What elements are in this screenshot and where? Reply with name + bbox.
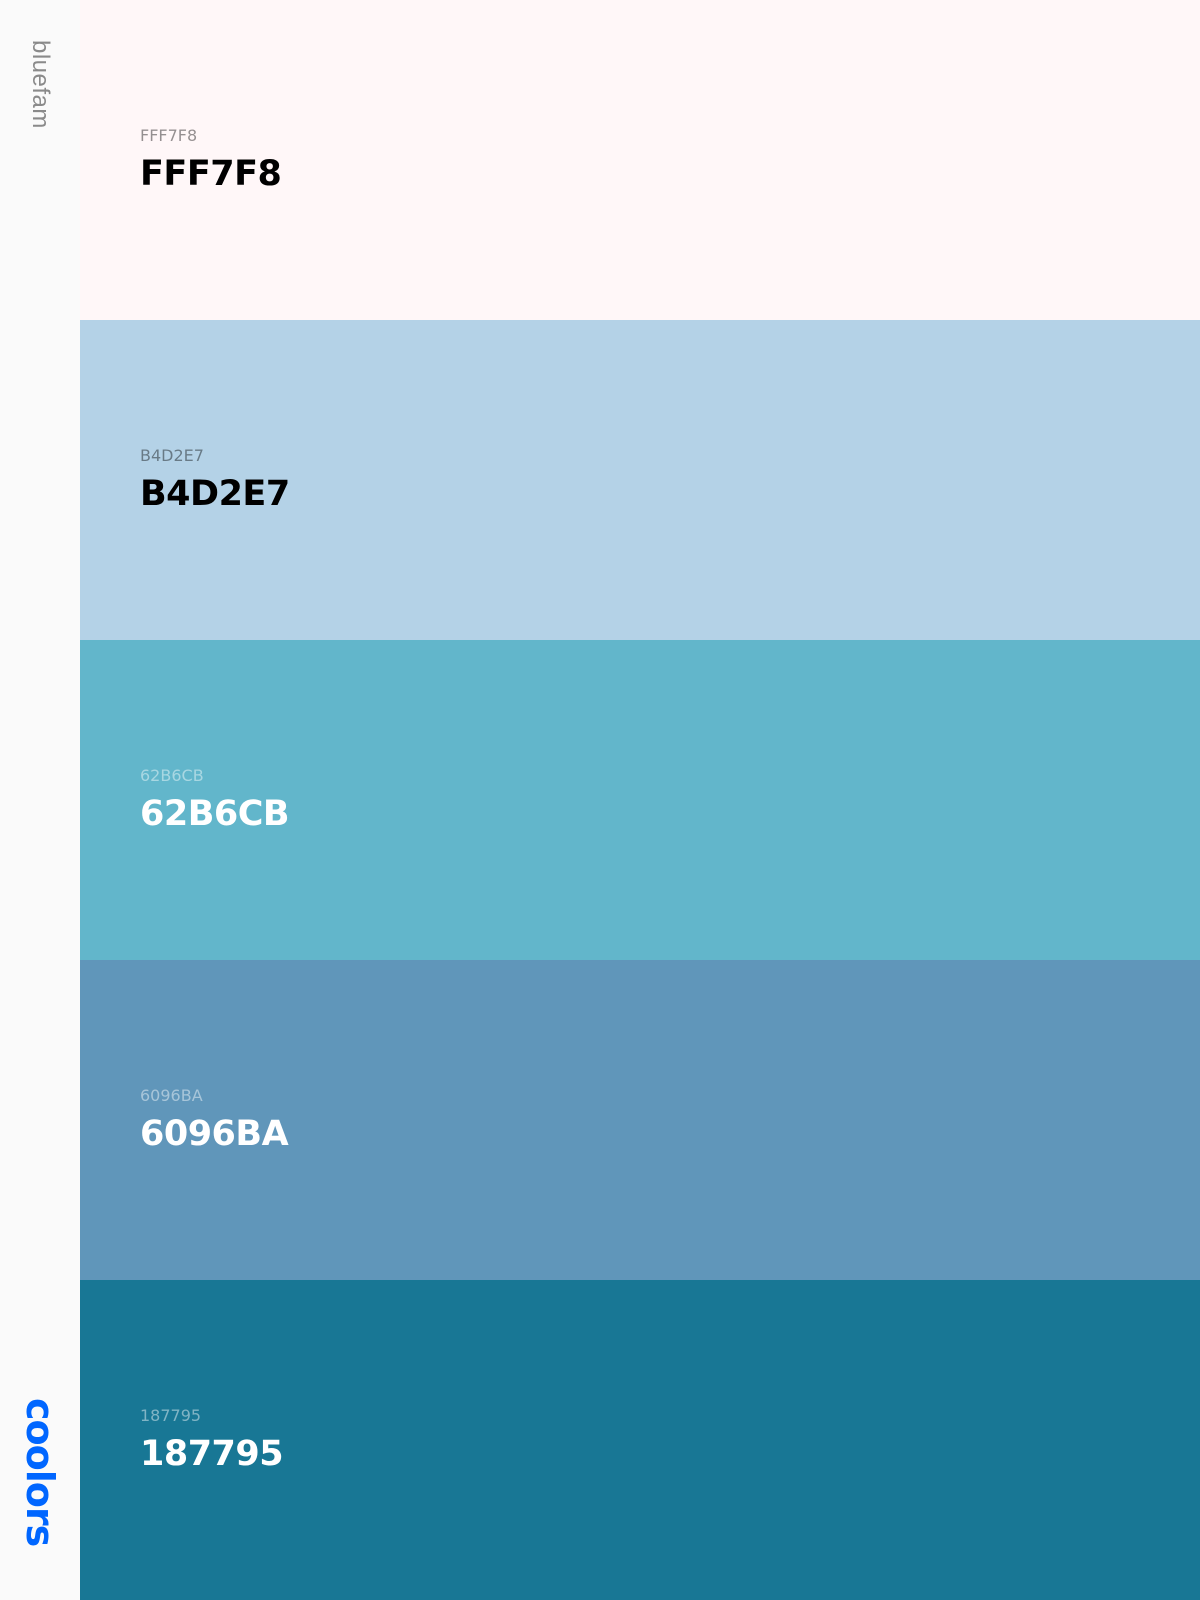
palette-name: bluefam (27, 40, 54, 129)
color-swatch[interactable]: B4D2E7 B4D2E7 (80, 320, 1200, 640)
color-swatch[interactable]: 62B6CB 62B6CB (80, 640, 1200, 960)
swatch-hex-code[interactable]: 187795 (140, 1434, 284, 1474)
swatch-hex-caption: B4D2E7 (140, 446, 204, 465)
swatch-hex-code[interactable]: B4D2E7 (140, 474, 290, 514)
swatch-hex-code[interactable]: FFF7F8 (140, 154, 282, 194)
swatch-hex-code[interactable]: 6096BA (140, 1114, 289, 1154)
swatch-hex-caption: 187795 (140, 1406, 202, 1425)
swatch-hex-code[interactable]: 62B6CB (140, 794, 290, 834)
sidebar: bluefam coolors (0, 0, 80, 1600)
color-swatch[interactable]: 187795 187795 (80, 1280, 1200, 1600)
swatch-hex-caption: FFF7F8 (140, 126, 198, 145)
swatch-hex-caption: 62B6CB (140, 766, 204, 785)
color-swatch[interactable]: 6096BA 6096BA (80, 960, 1200, 1280)
swatch-hex-caption: 6096BA (140, 1086, 203, 1105)
palette-page: bluefam coolors FFF7F8 FFF7F8 B4D2E7 B4D… (0, 0, 1200, 1600)
coolors-logo[interactable]: coolors (18, 1398, 62, 1546)
color-swatch[interactable]: FFF7F8 FFF7F8 (80, 0, 1200, 320)
swatch-list: FFF7F8 FFF7F8 B4D2E7 B4D2E7 62B6CB 62B6C… (80, 0, 1200, 1600)
